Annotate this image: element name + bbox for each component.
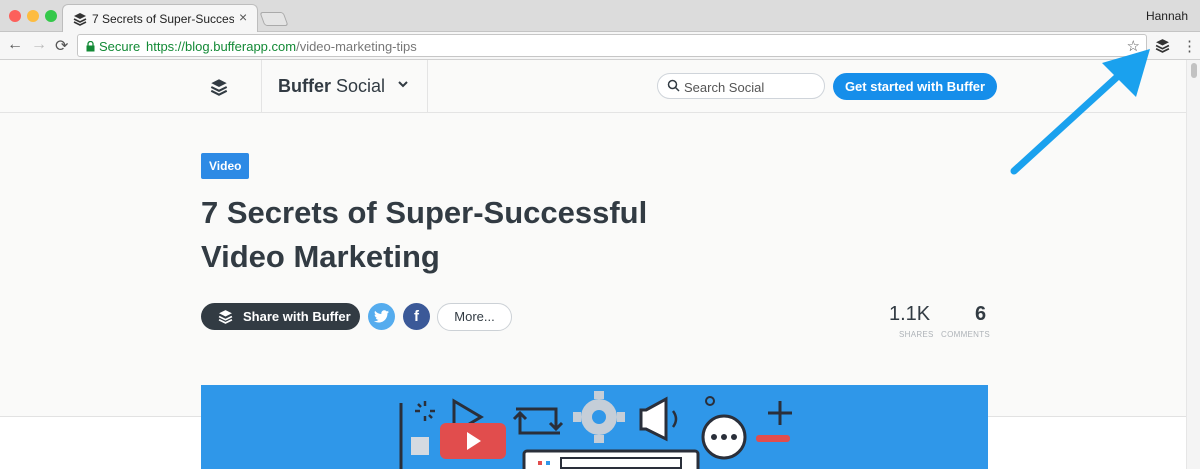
close-window-button[interactable] — [9, 10, 21, 22]
secure-indicator: Secure — [86, 39, 140, 54]
blog-selector[interactable]: Buffer Social — [262, 60, 428, 112]
more-share-button[interactable]: More... — [437, 303, 512, 331]
title-line-2: Video Marketing — [201, 239, 440, 274]
browser-menu-icon[interactable]: ⋮ — [1182, 37, 1197, 55]
search-input[interactable]: Search Social — [657, 73, 825, 99]
back-icon[interactable]: ← — [7, 36, 23, 54]
brand-bold: Buffer — [278, 76, 331, 96]
blog-name: Buffer Social — [278, 76, 385, 97]
facebook-share-button[interactable]: f — [403, 303, 430, 330]
get-started-button[interactable]: Get started with Buffer — [833, 73, 997, 100]
twitter-icon — [374, 310, 389, 323]
hero-image — [201, 385, 988, 469]
forward-icon[interactable]: → — [31, 36, 47, 54]
square-icon — [411, 437, 429, 455]
gear-icon — [573, 391, 625, 443]
profile-name[interactable]: Hannah — [1146, 9, 1188, 23]
url-host: https://blog.bufferapp.com — [146, 39, 297, 54]
repeat-icon — [512, 407, 564, 435]
search-icon — [667, 79, 680, 92]
maximize-window-button[interactable] — [45, 10, 57, 22]
buffer-favicon-icon — [73, 13, 87, 26]
article-title: 7 Secrets of Super-Successful Video Mark… — [201, 191, 701, 279]
browser-tab[interactable]: 7 Secrets of Super-Successful Video Mark… — [62, 4, 258, 33]
plus-icon — [768, 401, 792, 425]
minimize-window-button[interactable] — [27, 10, 39, 22]
browser-window-illustration — [522, 449, 700, 469]
share-label: Share with Buffer — [243, 309, 351, 324]
comments-count: 6 — [975, 303, 987, 325]
shares-label: SHARES — [899, 330, 934, 339]
chat-icon — [701, 414, 747, 460]
page-scrollbar[interactable] — [1186, 60, 1200, 469]
tab-title: 7 Secrets of Super-Successful Video Mark… — [92, 12, 234, 26]
video-marketing-illustration — [399, 391, 792, 469]
facebook-icon: f — [414, 308, 419, 325]
buffer-share-icon — [218, 310, 233, 324]
chevron-down-icon — [398, 81, 408, 88]
buffer-logo-icon — [210, 79, 228, 96]
category-tag[interactable]: Video — [201, 153, 250, 179]
comments-label: COMMENTS — [941, 330, 991, 339]
url-text: https://blog.bufferapp.com/video-marketi… — [146, 39, 417, 54]
scrollbar-thumb[interactable] — [1191, 63, 1197, 78]
shares-count: 1.1K — [889, 303, 931, 325]
address-bar[interactable]: Secure https://blog.bufferapp.com/video-… — [77, 34, 1147, 57]
loading-icon — [415, 401, 435, 421]
logo-cell[interactable] — [176, 60, 262, 112]
megaphone-icon — [639, 396, 668, 442]
new-tab-button[interactable] — [259, 12, 289, 26]
tab-close-icon[interactable]: × — [239, 9, 247, 25]
browser-titlebar: 7 Secrets of Super-Successful Video Mark… — [0, 0, 1200, 33]
url-path: /video-marketing-tips — [296, 39, 417, 54]
secure-label: Secure — [99, 39, 141, 54]
annotation-arrow-icon — [1010, 49, 1150, 175]
search-placeholder: Search Social — [684, 80, 765, 95]
share-with-buffer-button[interactable]: Share with Buffer — [201, 303, 360, 330]
lock-icon — [86, 40, 95, 52]
twitter-share-button[interactable] — [368, 303, 395, 330]
reload-icon[interactable]: ⟳ — [55, 36, 68, 56]
title-line-1: 7 Secrets of Super-Successful — [201, 195, 648, 230]
brand-rest: Social — [331, 76, 386, 96]
